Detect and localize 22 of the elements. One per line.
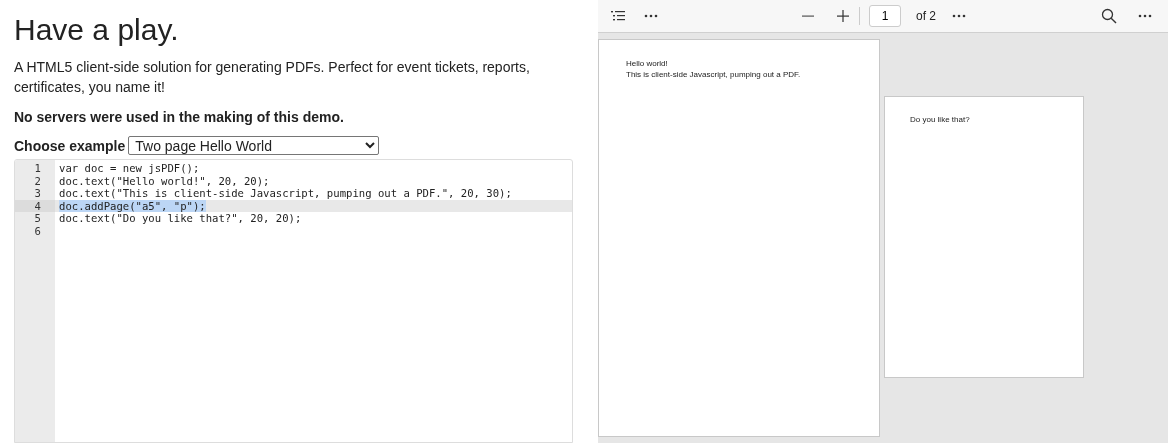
line-number: 2 [33,174,42,188]
line-number: 4 [15,199,55,213]
line-number: 1 [33,162,42,175]
example-select[interactable]: Two page Hello World [128,136,380,155]
search-icon[interactable] [1101,8,1117,24]
zoom-in-icon[interactable] [835,8,851,24]
line-number: 3 [33,187,42,200]
page-count: of 2 [916,9,936,23]
page-heading: Have a play. [14,12,180,48]
page-text: This is client-side Javascript, pumping out a PDF. [626,69,802,80]
page-number-field[interactable]: 1 [869,5,901,27]
code-line: var doc = new jsPDF(); [59,162,200,174]
page-text: Hello world! [626,58,669,69]
line-number: 6 [33,224,42,238]
note-text: No servers were used in the making of this demo. [14,108,345,127]
code-line: doc.text("Do you like that?", 20, 20); [59,212,302,225]
select-label: Choose example [14,137,126,154]
code-line: doc.text("Hello world!", 20, 20); [59,174,270,187]
code-line: doc.text("This is client-side Javascript, pumping out a PDF.", 20, 30); [59,187,512,200]
page-text: Do you like that? [910,114,971,125]
line-number: 5 [33,212,42,225]
intro-paragraph: A HTML5 client-side solution for generating PDFs. Perfect for event tickets, reports, certificates, you name it! [14,58,531,97]
